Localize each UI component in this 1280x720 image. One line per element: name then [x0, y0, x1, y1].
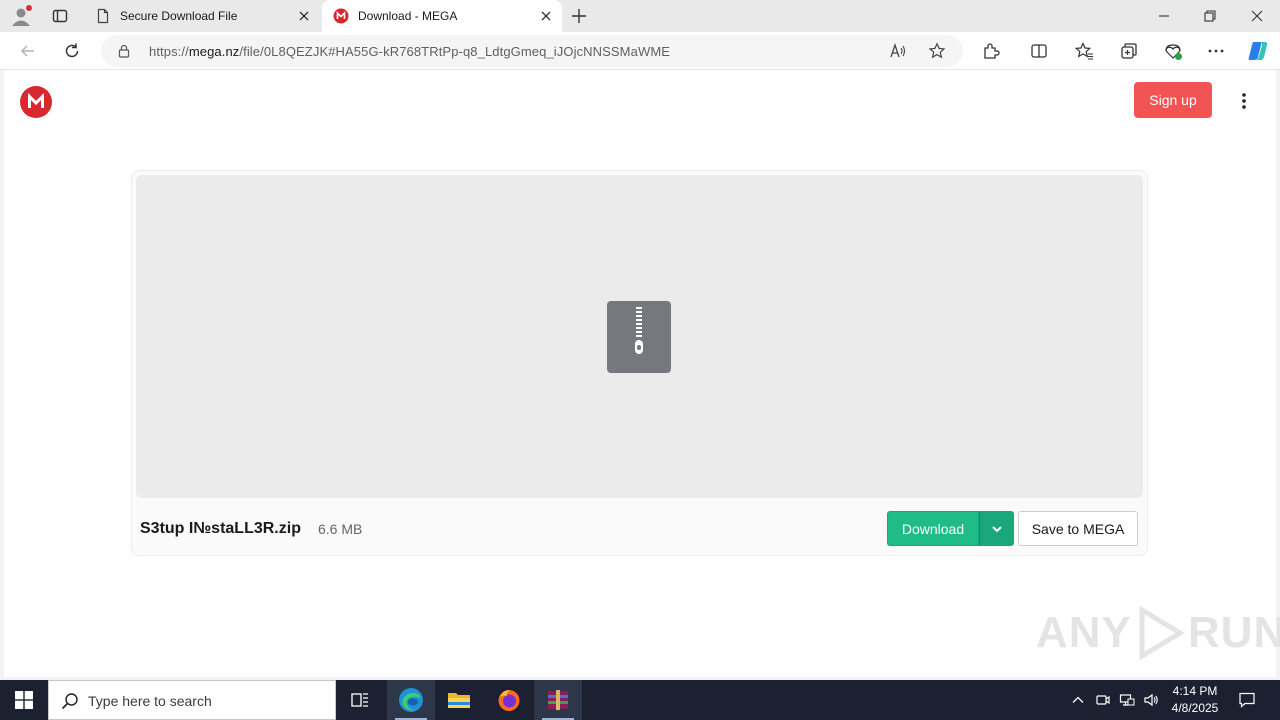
mega-logo[interactable]	[20, 86, 52, 118]
tab-download-mega[interactable]: Download - MEGA	[322, 0, 562, 32]
lock-icon[interactable]	[117, 44, 131, 58]
page-viewport: Sign up S3tup I№staLL3R.zip 6.6 MB Downl…	[4, 70, 1280, 677]
sign-up-button[interactable]: Sign up	[1134, 82, 1212, 118]
back-icon[interactable]	[18, 41, 38, 61]
new-tab-icon[interactable]	[570, 7, 588, 25]
url-host: mega.nz	[188, 44, 240, 59]
url-text[interactable]: https://mega.nz/file/0L8QEZJK#HA55G-kR76…	[149, 44, 670, 59]
profile-avatar-icon[interactable]	[10, 5, 32, 27]
winrar-icon	[548, 690, 568, 710]
watermark-text-right: RUN	[1187, 608, 1280, 657]
chevron-down-icon	[991, 525, 1002, 532]
favorite-star-icon[interactable]	[928, 42, 946, 60]
refresh-icon[interactable]	[62, 41, 82, 61]
favorites-icon[interactable]	[1074, 41, 1094, 61]
task-view-button[interactable]	[336, 680, 384, 720]
more-menu-icon[interactable]	[1206, 41, 1226, 61]
download-button[interactable]: Download	[887, 511, 979, 546]
restore-icon[interactable]	[1202, 8, 1218, 24]
edge-icon	[399, 688, 423, 712]
save-to-mega-button[interactable]: Save to MEGA	[1018, 511, 1138, 546]
tab-bar: Secure Download File Download - MEGA	[0, 0, 1280, 32]
minimize-icon[interactable]	[1156, 8, 1172, 24]
collections-icon[interactable]	[1119, 41, 1139, 61]
taskbar-firefox[interactable]	[485, 680, 533, 720]
search-placeholder: Type here to search	[88, 693, 212, 709]
split-screen-icon[interactable]	[1029, 41, 1049, 61]
file-size: 6.6 MB	[318, 521, 363, 537]
task-view-icon	[351, 693, 368, 707]
file-preview	[136, 175, 1143, 498]
search-icon	[61, 693, 78, 710]
tab-title: Download - MEGA	[358, 9, 458, 23]
address-bar[interactable]: https://mega.nz/file/0L8QEZJK#HA55G-kR76…	[101, 35, 963, 67]
taskbar-file-explorer[interactable]	[435, 680, 483, 720]
start-button[interactable]	[0, 680, 48, 720]
navigation-bar: https://mega.nz/file/0L8QEZJK#HA55G-kR76…	[0, 32, 1280, 70]
play-icon	[1139, 606, 1184, 660]
mega-logo-icon	[28, 92, 44, 108]
network-icon[interactable]	[1119, 692, 1135, 708]
download-options-button[interactable]	[979, 511, 1014, 546]
file-card: S3tup I№staLL3R.zip 6.6 MB Download Save…	[131, 170, 1148, 556]
more-options-icon[interactable]	[1236, 92, 1252, 110]
page-icon	[97, 8, 109, 24]
file-name: S3tup I№staLL3R.zip	[140, 520, 301, 537]
anyrun-watermark: ANY RUN	[1036, 606, 1280, 660]
taskbar-winrar[interactable]	[534, 680, 582, 720]
close-tab-icon[interactable]	[538, 8, 554, 24]
zip-file-icon	[607, 301, 671, 373]
taskbar-edge[interactable]	[387, 680, 435, 720]
tab-secure-download[interactable]: Secure Download File	[84, 0, 320, 32]
mega-favicon-icon	[333, 8, 349, 24]
read-aloud-icon[interactable]	[889, 42, 907, 60]
windows-logo-icon	[15, 691, 33, 709]
tab-actions-icon[interactable]	[52, 8, 68, 24]
close-window-icon[interactable]	[1249, 8, 1265, 24]
close-tab-icon[interactable]	[296, 8, 312, 24]
chevron-up-icon[interactable]	[1070, 692, 1086, 708]
url-scheme: https://	[149, 44, 189, 59]
url-path: /file/0L8QEZJK#HA55G-kR768TRtPp-q8_LdtgG…	[239, 44, 671, 59]
meet-now-icon[interactable]	[1095, 692, 1111, 708]
file-explorer-icon	[448, 693, 470, 708]
taskbar-search-box[interactable]: Type here to search	[48, 680, 336, 720]
extensions-icon[interactable]	[981, 41, 1001, 61]
volume-icon[interactable]	[1143, 692, 1159, 708]
system-clock[interactable]: 4:14 PM 4/8/2025	[1160, 683, 1230, 717]
browser-essentials-icon[interactable]	[1163, 41, 1183, 61]
tab-title: Secure Download File	[120, 9, 238, 23]
watermark-text-left: ANY	[1036, 608, 1132, 657]
taskbar: Type here to search 4:14 PM 4/8/2025	[0, 680, 1280, 720]
clock-date: 4/8/2025	[1171, 701, 1219, 715]
firefox-icon	[498, 690, 520, 711]
notifications-icon[interactable]	[1238, 691, 1256, 709]
copilot-icon[interactable]	[1246, 39, 1270, 63]
clock-time: 4:14 PM	[1172, 684, 1218, 698]
